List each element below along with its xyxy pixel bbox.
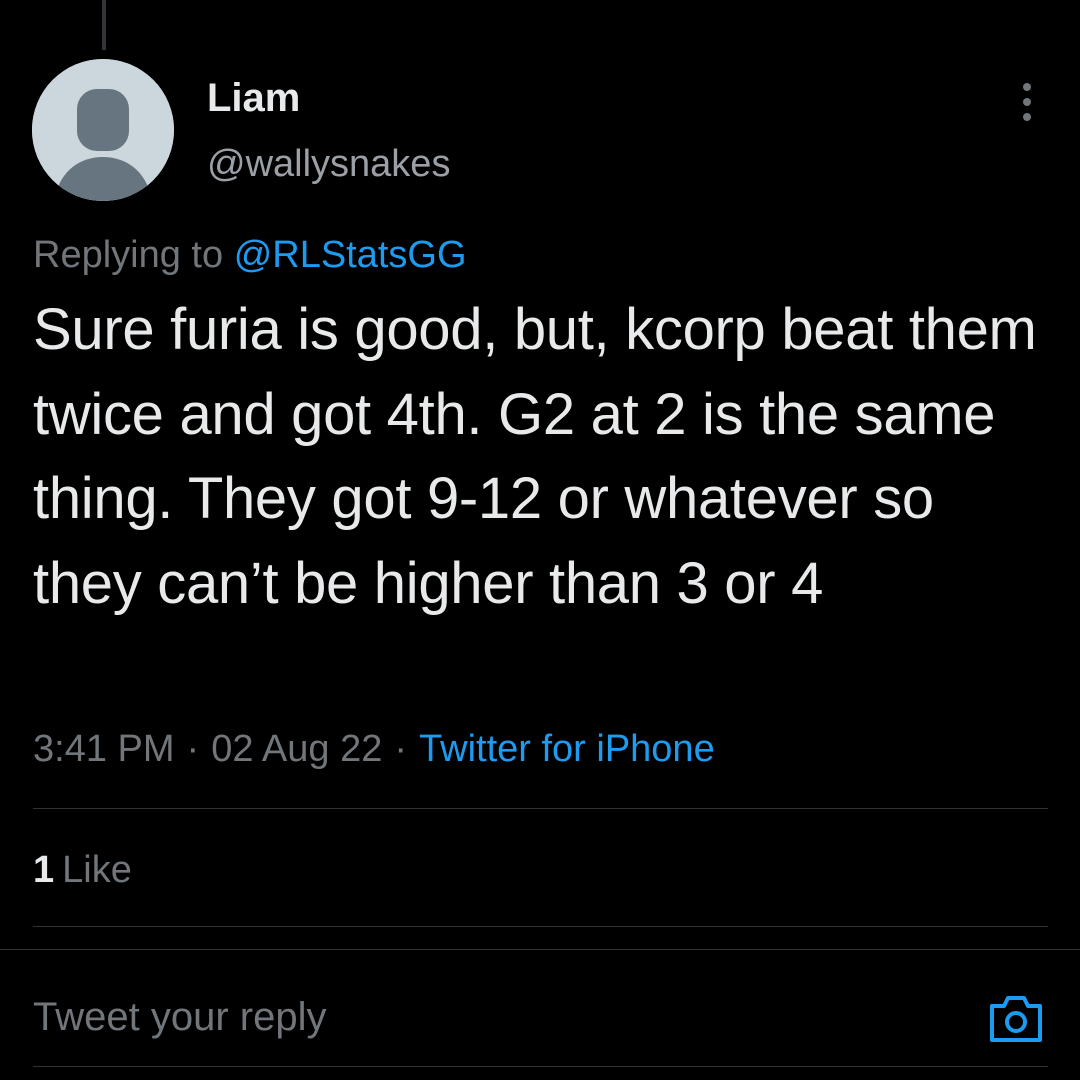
likes-label: Like [62,849,132,891]
replying-to-line: Replying to @RLStatsGG [33,230,467,280]
divider [33,1066,1048,1067]
default-avatar-icon [32,59,174,201]
tweet-text: Sure furia is good, but, kcorp beat them… [33,297,1037,616]
tweet-source-link[interactable]: Twitter for iPhone [419,728,715,770]
camera-icon [990,996,1042,1042]
more-vertical-icon [1023,83,1031,121]
more-options-button[interactable] [1005,80,1049,124]
author-handle[interactable]: @wallysnakes [207,140,450,188]
thread-connector-line [102,0,106,50]
replying-to-label: Replying to [33,234,224,276]
reply-input[interactable] [33,992,933,1042]
replying-to-mention-link[interactable]: @RLStatsGG [234,234,467,276]
meta-separator: · [186,728,200,770]
author-avatar[interactable] [32,59,174,201]
divider [33,808,1048,809]
tweet-meta: 3:41 PM · 02 Aug 22 · Twitter for iPhone [33,724,715,774]
tweet-time[interactable]: 3:41 PM [33,728,175,770]
likes-count: 1 [33,849,55,891]
author-display-name[interactable]: Liam [207,74,300,122]
tweet-date[interactable]: 02 Aug 22 [211,728,382,770]
camera-button[interactable] [986,990,1046,1046]
likes-count-link[interactable]: 1 Like [33,845,132,895]
divider [33,926,1048,927]
meta-separator: · [394,728,408,770]
